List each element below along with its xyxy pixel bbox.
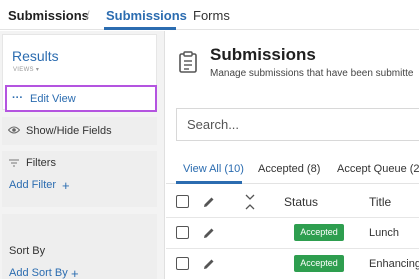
show-hide-fields-button[interactable]: Show/Hide Fields xyxy=(2,117,157,145)
filter-icon xyxy=(9,159,19,167)
row-title: Lunch xyxy=(369,227,399,239)
row-checkbox[interactable] xyxy=(176,257,189,270)
views-sub-label: VIEWS xyxy=(13,67,34,73)
main-content: Submissions Manage submissions that have… xyxy=(166,31,419,279)
add-sort-by-link[interactable]: Add Sort By xyxy=(9,267,68,279)
top-navigation: Submissions / Submissions Forms xyxy=(0,0,419,30)
column-header-title[interactable]: Title xyxy=(369,195,391,209)
sort-arrows-icon[interactable] xyxy=(244,192,256,212)
search-input[interactable] xyxy=(187,117,407,132)
filters-panel: Filters Add Filter + xyxy=(2,151,157,207)
page-subtitle: Manage submissions that have been submit… xyxy=(210,68,414,79)
edit-view-label: Edit View xyxy=(30,93,76,105)
more-dots-icon: ··· xyxy=(12,92,23,104)
table-header: Status Title xyxy=(166,186,419,218)
page-title: Submissions xyxy=(210,45,316,64)
views-title[interactable]: Results xyxy=(12,48,59,64)
breadcrumb-submissions-root[interactable]: Submissions xyxy=(8,8,89,23)
tab-view-all[interactable]: View All (10) xyxy=(183,163,244,175)
chevron-down-icon: ▾ xyxy=(35,67,40,73)
status-badge: Accepted xyxy=(294,224,344,241)
sort-by-label: Sort By xyxy=(9,245,46,257)
select-all-checkbox[interactable] xyxy=(176,195,189,208)
pencil-icon[interactable] xyxy=(203,227,215,239)
eye-icon xyxy=(8,126,20,134)
edit-view-button[interactable]: ··· Edit View xyxy=(5,85,157,112)
show-hide-fields-label: Show/Hide Fields xyxy=(26,125,112,137)
sidebar: Results VIEWS ▾ ··· Edit View Show/Hide … xyxy=(0,31,165,279)
views-dropdown[interactable]: VIEWS ▾ xyxy=(13,66,39,73)
add-filter-link[interactable]: Add Filter xyxy=(9,179,56,191)
active-tab-indicator xyxy=(176,181,242,184)
breadcrumb-separator: / xyxy=(86,8,90,23)
views-panel: Results VIEWS ▾ ··· Edit View xyxy=(2,34,157,112)
nav-tab-submissions[interactable]: Submissions xyxy=(106,8,187,23)
active-tab-underline xyxy=(104,27,176,30)
pencil-icon[interactable] xyxy=(203,196,215,208)
table-row[interactable]: Accepted Lunch xyxy=(166,218,419,249)
pencil-icon[interactable] xyxy=(203,258,215,270)
view-tabs: View All (10) Accepted (8) Accept Queue … xyxy=(166,157,419,184)
table-row[interactable]: Accepted Enhancing xyxy=(166,249,419,279)
column-header-status[interactable]: Status xyxy=(284,195,318,209)
filters-label: Filters xyxy=(26,157,56,169)
clipboard-icon xyxy=(179,51,197,73)
status-badge: Accepted xyxy=(294,255,344,272)
row-checkbox[interactable] xyxy=(176,226,189,239)
row-title: Enhancing xyxy=(369,258,419,270)
search-box[interactable] xyxy=(176,108,419,141)
tab-accept-queue[interactable]: Accept Queue (2) xyxy=(337,163,419,175)
add-sort-plus-icon[interactable]: + xyxy=(71,266,79,279)
tab-accepted[interactable]: Accepted (8) xyxy=(258,163,320,175)
nav-tab-forms[interactable]: Forms xyxy=(193,8,230,23)
add-filter-plus-icon[interactable]: + xyxy=(62,178,70,193)
sort-by-panel: Sort By Add Sort By + xyxy=(2,214,157,279)
